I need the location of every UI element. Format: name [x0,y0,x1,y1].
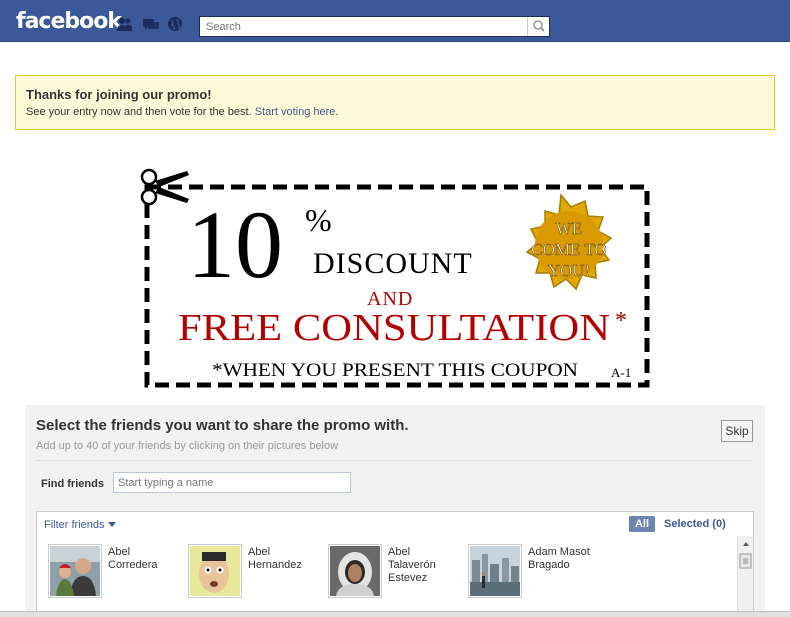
search-box [199,16,550,37]
friend-avatar-image [190,546,240,596]
promo-join-notice: Thanks for joining our promo! See your e… [15,75,775,130]
find-friends-label: Find friends [41,478,104,490]
start-voting-link[interactable]: Start voting here. [255,106,339,118]
friend-list-scrollbar[interactable] [737,536,753,616]
tab-selected-friends[interactable]: Selected (0) [664,518,726,530]
friend-name: Abel Corredera [108,546,178,572]
facebook-logo[interactable]: facebook [16,9,122,34]
friend-avatar-image [470,546,520,596]
caret-down-icon [107,522,116,527]
friend-photo [468,544,522,598]
search-input[interactable] [200,17,526,36]
discount-coupon-image: 10 % DISCOUNT AND FREE CONSULTATION * *W… [140,168,650,388]
friend-name-line: Abel [248,546,271,558]
friend-avatar-image [330,546,380,596]
magnifier-icon [533,20,545,32]
skip-button[interactable]: Skip [721,420,753,442]
tab-all-friends[interactable]: All [629,516,655,532]
coupon-code: A-1 [611,365,631,380]
badge-line-2: COME TO [531,240,606,259]
coupon-asterisk: * [615,308,627,334]
share-friends-panel: Select the friends you want to share the… [25,405,765,617]
coupon-big-number: 10 [187,191,283,298]
badge-line-3: YOU! [548,261,591,280]
coupon-discount-text: DISCOUNT [313,247,473,280]
browser-bottom-bar [0,611,790,617]
find-friends-input[interactable] [113,472,351,493]
friend-name: Adam Masot Bragado [528,546,598,572]
friend-name-line: Abel [388,546,411,558]
friend-name-line: Corredera [108,559,158,571]
friend-requests-icon[interactable] [116,16,134,32]
notifications-globe-icon[interactable] [166,16,184,32]
coupon-free-consultation: FREE CONSULTATION [178,307,610,349]
friend-name-line: Adam Masot [528,546,590,558]
friend-photo [48,544,102,598]
share-panel-title: Select the friends you want to share the… [36,417,409,434]
divider [36,460,753,461]
friend-avatar-image [50,546,100,596]
friend-name: Abel Talaverón Estevez [388,546,458,585]
badge-line-1: WE [556,219,582,238]
scrollbar-graphic [739,542,752,569]
notice-title: Thanks for joining our promo! [26,87,212,102]
notice-message: See your entry now and then vote for the… [26,106,252,118]
friend-name-line: Abel [108,546,131,558]
friend-name-line: Estevez [388,572,428,584]
messages-icon[interactable] [142,16,160,32]
friend-list: Abel Corredera Abel Hernandez Abel Talav… [36,536,754,617]
friend-name-line: Talaverón [388,559,436,571]
friend-name-line: Hernandez [248,559,302,571]
notice-text: See your entry now and then vote for the… [26,106,764,118]
top-navigation-bar: facebook [0,0,790,42]
share-panel-subtitle: Add up to 40 of your friends by clicking… [36,440,339,452]
friend-name: Abel Hernandez [248,546,318,572]
friend-item[interactable]: Abel Talaverón Estevez [328,544,458,600]
filter-friends-dropdown[interactable]: Filter friends [44,519,116,531]
friend-item[interactable]: Abel Corredera [48,544,178,600]
friend-item[interactable]: Abel Hernandez [188,544,318,600]
filter-friends-label: Filter friends [44,519,105,531]
friend-item[interactable]: Adam Masot Bragado [468,544,598,600]
friend-photo [328,544,382,598]
friend-filter-bar: Filter friends All Selected (0) [36,511,754,537]
search-button[interactable] [527,17,549,36]
friend-name-line: Bragado [528,559,570,571]
coupon-percent-sign: % [305,202,332,238]
coupon-footnote: *WHEN YOU PRESENT THIS COUPON [212,360,578,381]
friend-photo [188,544,242,598]
